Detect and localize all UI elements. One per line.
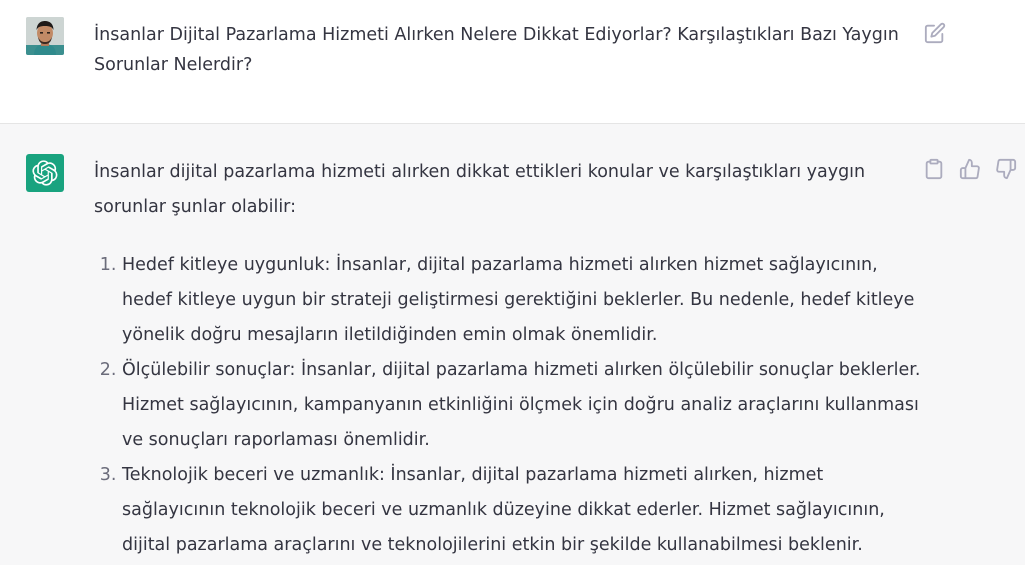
answer-intro: İnsanlar dijital pazarlama hizmeti alırk… bbox=[94, 162, 866, 217]
thumbs-up-icon[interactable] bbox=[959, 158, 981, 180]
user-message: İnsanlar Dijital Pazarlama Hizmeti Alırk… bbox=[0, 0, 1025, 124]
thumbs-down-icon[interactable] bbox=[995, 158, 1017, 180]
list-item: Hedef kitleye uygunluk: İnsanlar, dijita… bbox=[122, 248, 924, 353]
clipboard-icon[interactable] bbox=[923, 158, 945, 180]
assistant-message: İnsanlar dijital pazarlama hizmeti alırk… bbox=[0, 124, 1025, 565]
list-item: Teknolojik beceri ve uzmanlık: İnsanlar,… bbox=[122, 458, 924, 563]
edit-icon[interactable] bbox=[924, 22, 946, 44]
list-item: Ölçülebilir sonuçlar: İnsanlar, dijital … bbox=[122, 353, 924, 458]
message-actions bbox=[923, 158, 1017, 180]
openai-logo-icon bbox=[26, 154, 64, 192]
answer-list: Hedef kitleye uygunluk: İnsanlar, dijita… bbox=[94, 248, 924, 563]
user-message-text: İnsanlar Dijital Pazarlama Hizmeti Alırk… bbox=[94, 25, 899, 75]
user-avatar bbox=[26, 17, 64, 55]
assistant-answer: İnsanlar dijital pazarlama hizmeti alırk… bbox=[94, 155, 924, 563]
